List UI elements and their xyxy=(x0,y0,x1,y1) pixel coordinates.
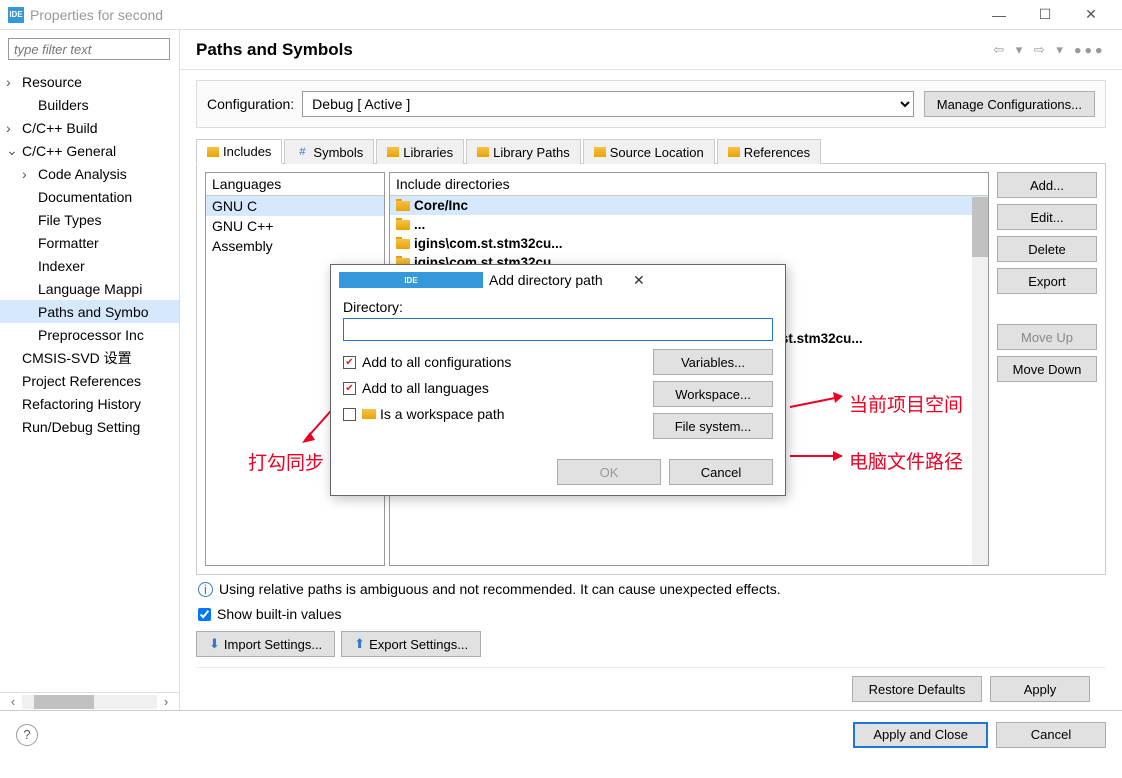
add-directory-dialog: IDE Add directory path ✕ Directory: ✔Add… xyxy=(330,264,786,496)
include-row[interactable]: ... xyxy=(390,215,988,234)
tree-item[interactable]: ›Code Analysis xyxy=(0,162,179,185)
cancel-button[interactable]: Cancel xyxy=(996,722,1106,748)
move-down-button[interactable]: Move Down xyxy=(997,356,1097,382)
include-directories-header: Include directories xyxy=(390,173,988,196)
header-nav-icons[interactable]: ⇦ ▾ ⇨ ▾ ⦁⦁⦁ xyxy=(993,42,1106,58)
ide-icon: IDE xyxy=(8,7,24,23)
tree-item[interactable]: ›Resource xyxy=(0,70,179,93)
minimize-icon[interactable]: — xyxy=(976,0,1022,30)
show-builtin-checkbox[interactable] xyxy=(198,608,211,621)
folder-icon xyxy=(362,409,376,419)
apply-and-close-button[interactable]: Apply and Close xyxy=(853,722,988,748)
apply-button[interactable]: Apply xyxy=(990,676,1090,702)
variables-button[interactable]: Variables... xyxy=(653,349,773,375)
dialog-close-icon[interactable]: ✕ xyxy=(633,272,777,289)
configuration-select[interactable]: Debug [ Active ] xyxy=(302,91,914,117)
page-header: Paths and Symbols ⇦ ▾ ⇨ ▾ ⦁⦁⦁ xyxy=(180,30,1122,70)
side-buttons: Add... Edit... Delete Export Move Up Mov… xyxy=(997,172,1097,566)
tree-item[interactable]: ›C/C++ Build xyxy=(0,116,179,139)
dialog-title: Add directory path xyxy=(489,272,633,288)
dialog-titlebar: IDE Add directory path ✕ xyxy=(331,265,785,295)
language-item[interactable]: GNU C xyxy=(206,196,384,216)
tree-item[interactable]: Paths and Symbo xyxy=(0,300,179,323)
info-row: i Using relative paths is ambiguous and … xyxy=(196,575,1106,603)
delete-button[interactable]: Delete xyxy=(997,236,1097,262)
folder-icon xyxy=(396,239,410,249)
help-icon[interactable]: ? xyxy=(16,724,38,746)
tree-item[interactable]: Language Mappi xyxy=(0,277,179,300)
tree-item[interactable]: File Types xyxy=(0,208,179,231)
is-workspace-path-check[interactable]: Is a workspace path xyxy=(343,401,653,427)
info-text: Using relative paths is ambiguous and no… xyxy=(219,581,781,597)
tree-item[interactable]: Run/Debug Setting xyxy=(0,415,179,438)
dialog-ok-button[interactable]: OK xyxy=(557,459,661,485)
tab-includes[interactable]: Includes xyxy=(196,139,282,164)
language-item[interactable]: Assembly xyxy=(206,236,384,256)
manage-configurations-button[interactable]: Manage Configurations... xyxy=(924,91,1095,117)
restore-defaults-button[interactable]: Restore Defaults xyxy=(852,676,982,702)
include-row[interactable]: igins\com.st.stm32cu... xyxy=(390,234,988,253)
show-builtin-label: Show built-in values xyxy=(217,606,342,622)
workspace-button[interactable]: Workspace... xyxy=(653,381,773,407)
dialog-footer: ? Apply and Close Cancel xyxy=(0,710,1122,758)
tree-item[interactable]: Project References xyxy=(0,369,179,392)
tree-item[interactable]: Formatter xyxy=(0,231,179,254)
maximize-icon[interactable]: ☐ xyxy=(1022,0,1068,30)
include-row[interactable]: Core/Inc xyxy=(390,196,988,215)
tab-libraries[interactable]: Libraries xyxy=(376,139,464,164)
dialog-cancel-button[interactable]: Cancel xyxy=(669,459,773,485)
language-item[interactable]: GNU C++ xyxy=(206,216,384,236)
tree-item[interactable]: Refactoring History xyxy=(0,392,179,415)
info-icon: i xyxy=(198,582,213,597)
add-to-all-configs-check[interactable]: ✔Add to all configurations xyxy=(343,349,653,375)
folder-icon xyxy=(396,201,410,211)
filter-input[interactable] xyxy=(8,38,170,60)
horizontal-scrollbar[interactable]: ‹ › xyxy=(0,692,179,710)
tree-item[interactable]: Documentation xyxy=(0,185,179,208)
tree-item[interactable]: Indexer xyxy=(0,254,179,277)
tab-references[interactable]: References xyxy=(717,139,821,164)
move-up-button[interactable]: Move Up xyxy=(997,324,1097,350)
languages-header: Languages xyxy=(206,173,384,196)
add-button[interactable]: Add... xyxy=(997,172,1097,198)
import-settings-button[interactable]: ⬇Import Settings... xyxy=(196,631,335,657)
export-settings-button[interactable]: ⬆Export Settings... xyxy=(341,631,481,657)
directory-label: Directory: xyxy=(343,299,773,315)
edit-button[interactable]: Edit... xyxy=(997,204,1097,230)
nav-tree: ›ResourceBuilders›C/C++ Build⌄C/C++ Gene… xyxy=(0,68,179,692)
tree-item[interactable]: CMSIS-SVD 设置 xyxy=(0,346,179,369)
titlebar: IDE Properties for second — ☐ ✕ xyxy=(0,0,1122,30)
sidebar: ›ResourceBuilders›C/C++ Build⌄C/C++ Gene… xyxy=(0,30,180,710)
tab-symbols[interactable]: #Symbols xyxy=(284,139,374,164)
export-button[interactable]: Export xyxy=(997,268,1097,294)
tree-item[interactable]: Builders xyxy=(0,93,179,116)
include-scrollbar[interactable] xyxy=(972,197,988,565)
close-icon[interactable]: ✕ xyxy=(1068,0,1114,30)
page-title: Paths and Symbols xyxy=(196,40,993,60)
directory-input[interactable] xyxy=(343,318,773,341)
tab-library-paths[interactable]: Library Paths xyxy=(466,139,581,164)
configuration-label: Configuration: xyxy=(207,96,294,112)
tree-item[interactable]: ⌄C/C++ General xyxy=(0,139,179,162)
show-builtin-row[interactable]: Show built-in values xyxy=(196,603,1106,625)
ide-icon: IDE xyxy=(339,272,483,288)
add-to-all-langs-check[interactable]: ✔Add to all languages xyxy=(343,375,653,401)
configuration-row: Configuration: Debug [ Active ] Manage C… xyxy=(196,80,1106,128)
tabs: Includes#SymbolsLibrariesLibrary PathsSo… xyxy=(196,138,1106,164)
tab-source-location[interactable]: Source Location xyxy=(583,139,715,164)
tree-item[interactable]: Preprocessor Inc xyxy=(0,323,179,346)
folder-icon xyxy=(396,220,410,230)
window-title: Properties for second xyxy=(30,7,976,23)
filesystem-button[interactable]: File system... xyxy=(653,413,773,439)
